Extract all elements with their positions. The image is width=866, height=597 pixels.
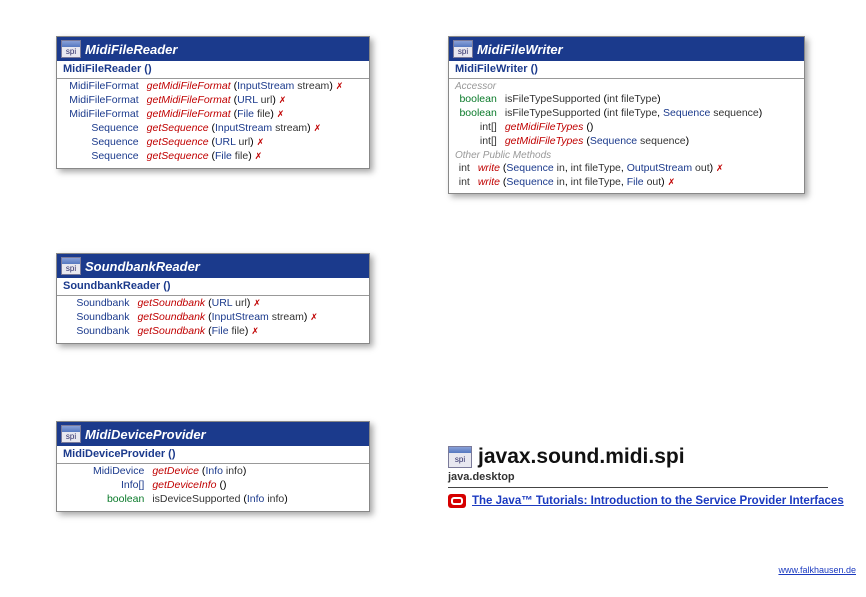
class-body: SoundbankReader () SoundbankgetSoundbank… <box>57 278 369 343</box>
return-type: MidiFileFormat <box>57 93 143 107</box>
method-signature: isFileTypeSupported (int fileType) <box>501 92 804 106</box>
class-box-soundbankreader: spi SoundbankReader SoundbankReader () S… <box>56 253 370 344</box>
return-type: MidiFileFormat <box>57 79 143 93</box>
method-signature: write (Sequence in, int fileType, Output… <box>474 161 804 175</box>
method-signature: getSoundbank (URL url) ✗ <box>133 296 369 310</box>
method-table: SoundbankgetSoundbank (URL url) ✗Soundba… <box>57 296 369 343</box>
spi-icon: spi <box>448 446 472 468</box>
class-body: MidiFileWriter () AccessorbooleanisFileT… <box>449 61 804 193</box>
return-type: int <box>449 161 474 175</box>
method-row: booleanisDeviceSupported (Info info) <box>57 492 369 506</box>
class-body: MidiFileReader () MidiFileFormatgetMidiF… <box>57 61 369 168</box>
return-type: boolean <box>57 492 148 506</box>
spi-icon: spi <box>453 40 473 58</box>
method-row: MidiFileFormatgetMidiFileFormat (InputSt… <box>57 79 369 93</box>
method-row: SoundbankgetSoundbank (URL url) ✗ <box>57 296 369 310</box>
spi-icon: spi <box>61 40 81 58</box>
method-table: booleanisFileTypeSupported (int fileType… <box>449 92 804 148</box>
return-type: Soundbank <box>57 310 133 324</box>
constructor: SoundbankReader () <box>57 278 369 296</box>
return-type: MidiDevice <box>57 464 148 478</box>
package-title-row: spi javax.sound.midi.spi <box>448 445 844 469</box>
return-type: int <box>449 175 474 189</box>
class-header: spi MidiFileWriter <box>449 37 804 61</box>
method-signature: getSequence (URL url) ✗ <box>143 135 369 149</box>
class-header: spi MidiFileReader <box>57 37 369 61</box>
class-box-midifilewriter: spi MidiFileWriter MidiFileWriter () Acc… <box>448 36 805 194</box>
return-type: Info[] <box>57 478 148 492</box>
method-signature: isDeviceSupported (Info info) <box>148 492 369 506</box>
class-box-midifilereader: spi MidiFileReader MidiFileReader () Mid… <box>56 36 370 169</box>
spi-icon: spi <box>61 257 81 275</box>
return-type: Sequence <box>57 149 143 163</box>
method-signature: getDevice (Info info) <box>148 464 369 478</box>
class-title: MidiFileReader <box>85 42 177 57</box>
return-type: Soundbank <box>57 324 133 338</box>
method-signature: getSequence (InputStream stream) ✗ <box>143 121 369 135</box>
oracle-icon <box>448 494 466 508</box>
return-type: int[] <box>449 120 501 134</box>
divider <box>448 487 828 488</box>
constructor: MidiFileReader () <box>57 61 369 79</box>
package-block: spi javax.sound.midi.spi java.desktop Th… <box>448 445 844 508</box>
method-signature: getMidiFileTypes (Sequence sequence) <box>501 134 804 148</box>
method-signature: isFileTypeSupported (int fileType, Seque… <box>501 106 804 120</box>
method-row: intwrite (Sequence in, int fileType, Fil… <box>449 175 804 189</box>
method-row: int[]getMidiFileTypes (Sequence sequence… <box>449 134 804 148</box>
class-header: spi MidiDeviceProvider <box>57 422 369 446</box>
return-type: Sequence <box>57 135 143 149</box>
method-row: MidiFileFormatgetMidiFileFormat (URL url… <box>57 93 369 107</box>
spi-icon: spi <box>61 425 81 443</box>
return-type: boolean <box>449 106 501 120</box>
method-row: SequencegetSequence (InputStream stream)… <box>57 121 369 135</box>
method-table: MidiDevicegetDevice (Info info)Info[]get… <box>57 464 369 511</box>
method-row: booleanisFileTypeSupported (int fileType… <box>449 106 804 120</box>
method-row: SequencegetSequence (File file) ✗ <box>57 149 369 163</box>
method-signature: getSoundbank (InputStream stream) ✗ <box>133 310 369 324</box>
method-row: SoundbankgetSoundbank (InputStream strea… <box>57 310 369 324</box>
constructor: MidiDeviceProvider () <box>57 446 369 464</box>
method-row: Info[]getDeviceInfo () <box>57 478 369 492</box>
package-title: javax.sound.midi.spi <box>478 445 685 469</box>
return-type: Soundbank <box>57 296 133 310</box>
class-body: MidiDeviceProvider () MidiDevicegetDevic… <box>57 446 369 511</box>
method-signature: getSoundbank (File file) ✗ <box>133 324 369 338</box>
package-link-row: The Java™ Tutorials: Introduction to the… <box>448 494 844 508</box>
method-row: int[]getMidiFileTypes () <box>449 120 804 134</box>
class-header: spi SoundbankReader <box>57 254 369 278</box>
return-type: Sequence <box>57 121 143 135</box>
method-signature: getSequence (File file) ✗ <box>143 149 369 163</box>
method-signature: getMidiFileFormat (File file) ✗ <box>143 107 369 121</box>
section-label: Accessor <box>449 79 804 92</box>
method-table: MidiFileFormatgetMidiFileFormat (InputSt… <box>57 79 369 168</box>
class-box-mididevicesprovider: spi MidiDeviceProvider MidiDeviceProvide… <box>56 421 370 512</box>
package-module: java.desktop <box>448 471 844 483</box>
method-row: MidiFileFormatgetMidiFileFormat (File fi… <box>57 107 369 121</box>
method-row: MidiDevicegetDevice (Info info) <box>57 464 369 478</box>
method-signature: getMidiFileFormat (URL url) ✗ <box>143 93 369 107</box>
method-row: booleanisFileTypeSupported (int fileType… <box>449 92 804 106</box>
method-signature: getMidiFileTypes () <box>501 120 804 134</box>
method-signature: getDeviceInfo () <box>148 478 369 492</box>
method-row: SequencegetSequence (URL url) ✗ <box>57 135 369 149</box>
class-title: SoundbankReader <box>85 259 200 274</box>
method-signature: getMidiFileFormat (InputStream stream) ✗ <box>143 79 369 93</box>
return-type: int[] <box>449 134 501 148</box>
class-title: MidiDeviceProvider <box>85 427 206 442</box>
section-label: Other Public Methods <box>449 148 804 161</box>
class-title: MidiFileWriter <box>477 42 563 57</box>
return-type: MidiFileFormat <box>57 107 143 121</box>
method-signature: write (Sequence in, int fileType, File o… <box>474 175 804 189</box>
return-type: boolean <box>449 92 501 106</box>
tutorial-link[interactable]: The Java™ Tutorials: Introduction to the… <box>472 495 844 507</box>
constructor: MidiFileWriter () <box>449 61 804 79</box>
method-row: SoundbankgetSoundbank (File file) ✗ <box>57 324 369 338</box>
credit-link[interactable]: www.falkhausen.de <box>778 565 856 575</box>
method-row: intwrite (Sequence in, int fileType, Out… <box>449 161 804 175</box>
method-table: intwrite (Sequence in, int fileType, Out… <box>449 161 804 189</box>
